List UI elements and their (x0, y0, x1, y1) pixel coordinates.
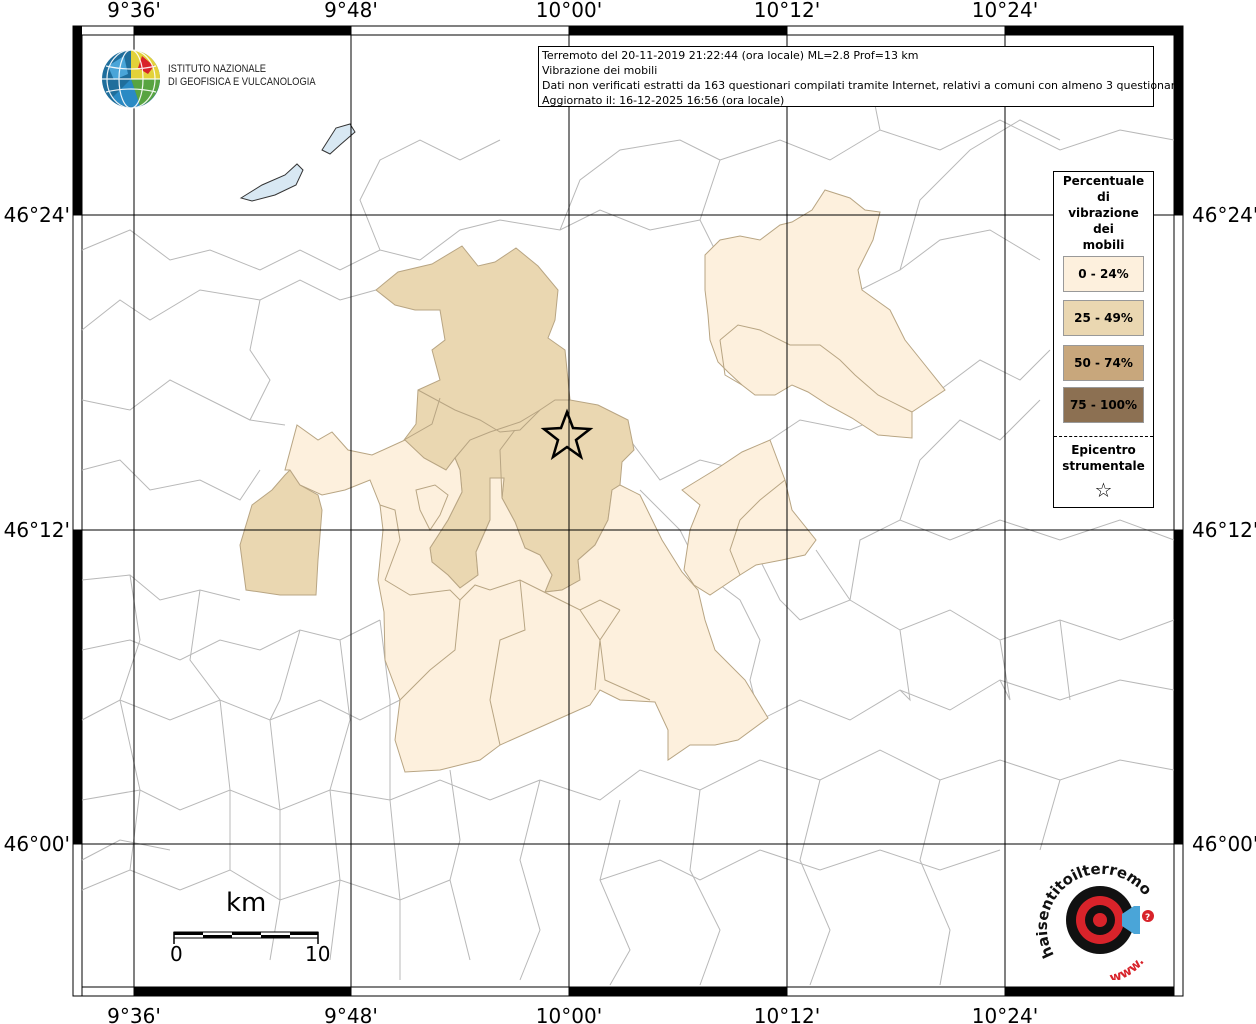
event-info-line1: Terremoto del 20-11-2019 21:22:44 (ora l… (542, 49, 919, 62)
hsi-logo: haisentitoilterremoto.it www. ? (1031, 844, 1164, 986)
scale-unit: km (226, 888, 267, 918)
lat-label-left-1: 46°24' (4, 203, 70, 227)
event-info-line4: Aggiornato il: 16-12-2025 16:56 (ora loc… (542, 94, 785, 107)
ingv-logo: ISTITUTO NAZIONALE DI GEOFISICA E VULCAN… (100, 48, 340, 112)
scale-bar: km 0 10 (168, 888, 338, 978)
hsi-logo-graphic: haisentitoilterremoto.it www. ? (1031, 844, 1156, 986)
lon-label-top-4: 10°12' (754, 0, 820, 22)
ingv-name: ISTITUTO NAZIONALE DI GEOFISICA E VULCAN… (168, 63, 316, 89)
ingv-line2: DI GEOFISICA E VULCANOLOGIA (168, 76, 316, 88)
legend-epicenter-label: Epicentro strumentale (1054, 442, 1153, 474)
legend-item-75-100: 75 - 100% (1063, 387, 1144, 423)
lon-label-top-5: 10°24' (972, 0, 1038, 22)
legend-star-icon: ☆ (1094, 478, 1113, 502)
lat-label-left-2: 46°12' (4, 518, 70, 542)
lon-label-bottom-3: 10°00' (536, 1004, 602, 1024)
lon-label-top-1: 9°36' (107, 0, 161, 22)
lon-label-bottom-4: 10°12' (754, 1004, 820, 1024)
legend: Percentuale di vibrazione dei mobili 0 -… (1053, 171, 1154, 508)
lon-label-bottom-1: 9°36' (107, 1004, 161, 1024)
legend-item-50-74: 50 - 74% (1063, 345, 1144, 381)
legend-title-line: dei (1093, 222, 1114, 236)
lon-label-bottom-5: 10°24' (972, 1004, 1038, 1024)
scale-min-label: 0 (170, 942, 183, 966)
legend-divider (1054, 436, 1153, 437)
legend-title: Percentuale di vibrazione dei mobili (1054, 173, 1153, 253)
event-info-line3: Dati non verificati estratti da 163 ques… (542, 79, 1182, 92)
lat-label-left-3: 46°00' (4, 832, 70, 856)
legend-title-line: Percentuale (1062, 174, 1145, 188)
event-info-box: Terremoto del 20-11-2019 21:22:44 (ora l… (538, 46, 1182, 107)
lat-label-right-3: 46°00' (1192, 832, 1256, 856)
lon-label-top-2: 9°48' (324, 0, 378, 22)
lon-label-bottom-2: 9°48' (324, 1004, 378, 1024)
globe-icon (102, 49, 160, 109)
event-info-line2: Vibrazione dei mobili (542, 64, 658, 77)
legend-epicenter-line: Epicentro (1071, 443, 1136, 457)
legend-title-line: vibrazione (1068, 206, 1139, 220)
hsi-www: www. (1108, 954, 1147, 986)
svg-text:www.: www. (1108, 954, 1147, 980)
legend-item-25-49: 25 - 49% (1063, 300, 1144, 336)
legend-item-0-24: 0 - 24% (1063, 256, 1144, 292)
legend-title-line: di (1097, 190, 1110, 204)
legend-title-line: mobili (1082, 238, 1125, 252)
lon-label-top-3: 10°00' (536, 0, 602, 22)
legend-epicenter-line: strumentale (1062, 459, 1145, 473)
lat-label-right-1: 46°24' (1192, 203, 1256, 227)
lat-label-right-2: 46°12' (1192, 518, 1256, 542)
ingv-line1: ISTITUTO NAZIONALE (168, 63, 267, 75)
svg-text:?: ? (1145, 913, 1150, 923)
scale-max-label: 10 (305, 942, 331, 966)
